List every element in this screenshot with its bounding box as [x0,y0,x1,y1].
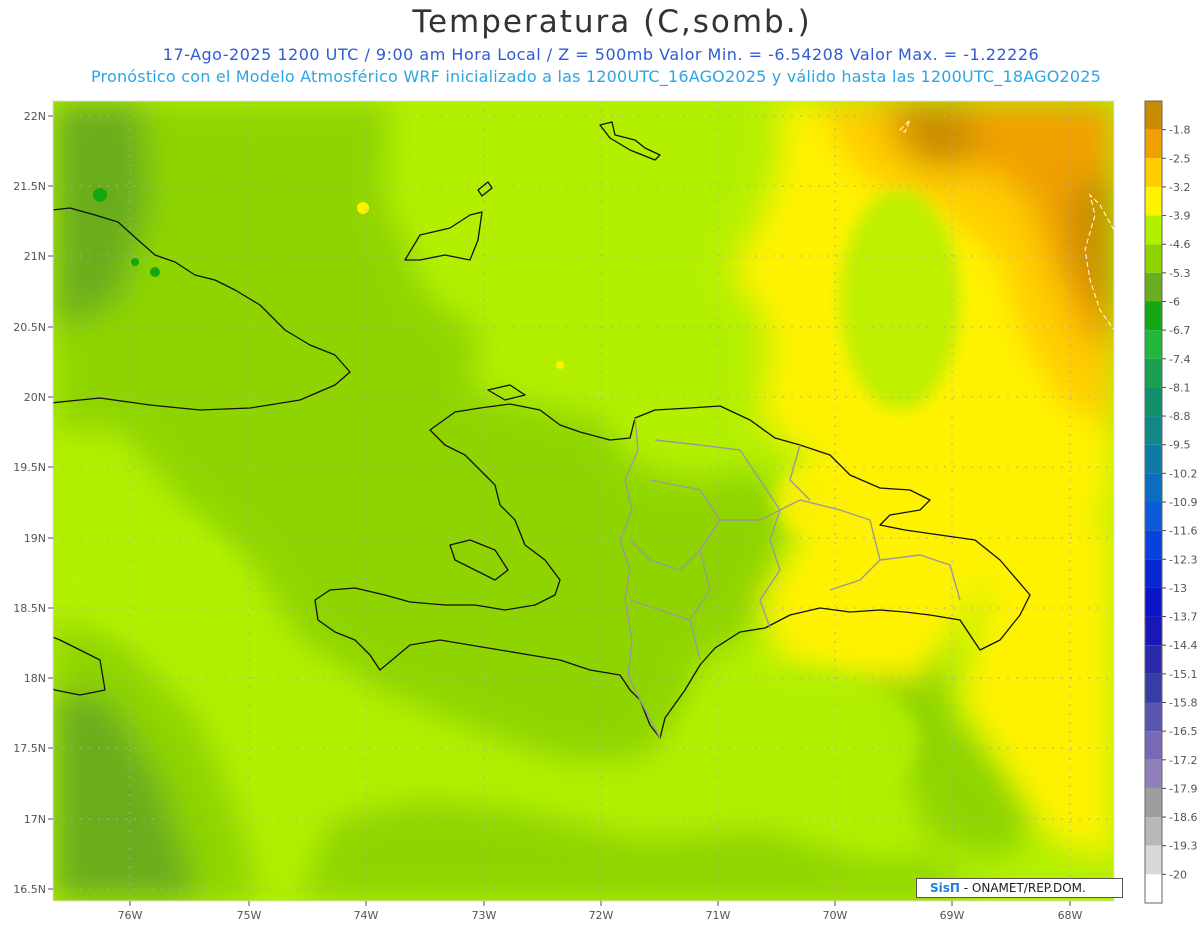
latitude-labels: 22N 21.5N 21N 20.5N 20N 19.5N 19N 18.5N … [13,110,46,896]
legend-swatch [1145,387,1162,417]
blob-light-green-4 [680,670,920,810]
legend-label: -6.7 [1169,324,1190,337]
lon-label: 72W [589,909,614,922]
color-legend: -1.8 -2.5 -3.2 -3.9 -4.6 -5.3 -6 -6.7 -7.4 -8.1 -8… [1144,100,1197,904]
longitude-labels: 76W 75W 74W 73W 72W 71W 70W 69W 68W [118,909,1083,922]
legend-label: -2.5 [1169,152,1190,165]
legend-label: -17.2 [1169,754,1197,767]
legend-label: -11.6 [1169,525,1197,538]
lon-label: 73W [472,909,497,922]
lon-label: 69W [940,909,965,922]
legend-label: -4.6 [1169,238,1190,251]
legend-swatch [1145,788,1162,818]
temperature-map: 22N 21.5N 21N 20.5N 20N 19.5N 19N 18.5N … [13,100,1197,922]
legend-swatch [1145,215,1162,245]
legend-swatch [1145,731,1162,760]
legend-swatch [1145,330,1162,359]
sispi-logo: SisΠ [930,881,960,895]
legend-label: -1.8 [1169,124,1190,137]
legend-swatch [1145,416,1162,445]
legend-label: -3.2 [1169,181,1190,194]
legend-label: -17.9 [1169,782,1197,795]
lat-label: 17N [24,813,46,826]
legend-label: -9.5 [1169,439,1190,452]
legend-label: -7.4 [1169,353,1190,366]
lat-label: 20N [24,391,46,404]
lat-label: 17.5N [13,742,46,755]
legend-label: -20 [1169,868,1187,881]
temperature-field [53,101,1114,901]
lon-label: 71W [706,909,731,922]
lon-label: 76W [118,909,143,922]
legend-label: -10.2 [1169,467,1197,480]
legend-label: -3.9 [1169,210,1190,223]
legend-swatch-below [1145,874,1162,903]
legend-swatch [1145,702,1162,732]
blob-light-green-1 [500,180,620,360]
legend-swatch [1145,645,1162,674]
lat-label: 18N [24,672,46,685]
legend-swatch [1145,358,1162,388]
credit-text: - ONAMET/REP.DOM. [959,881,1086,895]
lat-label: 19N [24,532,46,545]
legend-label: -15.8 [1169,697,1197,710]
legend-swatch [1145,301,1162,331]
lat-label: 21N [24,250,46,263]
lon-label: 70W [823,909,848,922]
legend-label: -12.3 [1169,553,1197,566]
lat-label: 20.5N [13,321,46,334]
legend-swatch [1145,673,1162,703]
legend-label: -8.1 [1169,381,1190,394]
legend-label: -16.5 [1169,725,1197,738]
lat-label: 21.5N [13,180,46,193]
legend-swatch [1145,817,1162,846]
legend-swatch [1145,559,1162,588]
legend-label: -10.9 [1169,496,1197,509]
lon-label: 68W [1058,909,1083,922]
legend-swatch [1145,444,1162,474]
legend-swatch [1145,101,1162,130]
legend-label: -19.3 [1169,840,1197,853]
legend-label: -13.7 [1169,611,1197,624]
legend-swatch [1145,587,1162,617]
credit-box: SisΠ - ONAMET/REP.DOM. [916,878,1123,898]
legend-swatch [1145,186,1162,216]
blob-light-green-2 [840,190,960,410]
legend-swatch [1145,759,1162,789]
lon-label: 75W [237,909,262,922]
lon-label: 74W [354,909,379,922]
legend-swatch [1145,845,1162,875]
legend-label: -5.3 [1169,267,1190,280]
blob-light-green-3 [90,520,230,640]
legend-swatch [1145,129,1162,159]
legend-label: -13 [1169,582,1187,595]
legend-label: -8.8 [1169,410,1190,423]
legend-swatch [1145,502,1162,531]
legend-swatch [1145,473,1162,502]
lat-label: 16.5N [13,883,46,896]
legend-swatch [1145,272,1162,302]
lat-label: 22N [24,110,46,123]
legend-label: -6 [1169,296,1180,309]
blob-yellow-hisp [775,460,865,540]
legend-swatch [1145,244,1162,273]
legend-swatch [1145,530,1162,560]
legend-swatch [1145,158,1162,187]
legend-label: -15.1 [1169,668,1197,681]
legend-label: -18.6 [1169,811,1197,824]
lat-label: 18.5N [13,602,46,615]
legend-label: -14.4 [1169,639,1197,652]
lat-label: 19.5N [13,461,46,474]
legend-swatch [1145,616,1162,646]
